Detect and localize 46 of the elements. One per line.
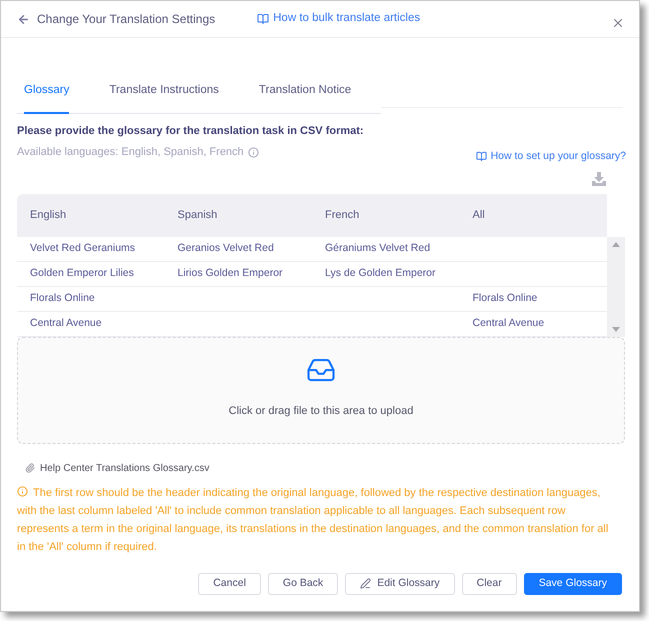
table-cell-text: Geranios Velvet Red [178, 240, 274, 256]
file-name[interactable]: Help Center Translations Glossary.csv [40, 460, 210, 476]
scrollbar[interactable] [607, 236, 625, 336]
table-cell-text: Géraniums Velvet Red [325, 240, 430, 256]
bulk-translate-link[interactable]: How to bulk translate articles [257, 10, 420, 28]
action-button[interactable]: Edit Glossary [345, 572, 455, 594]
scroll-up-icon[interactable] [612, 242, 620, 246]
table-cell-text: Lirios Golden Emperor [178, 266, 283, 281]
close-icon [611, 16, 625, 30]
table-cell-text: Central Avenue [30, 316, 102, 331]
action-button[interactable]: Clear [462, 572, 517, 594]
back-button[interactable] [16, 12, 30, 26]
table-cell-text: Florals Online [30, 290, 95, 306]
action-button[interactable]: Go Back [268, 572, 338, 594]
column-header: All [472, 208, 485, 223]
glossary-setup-link[interactable]: How to set up your glossary? [476, 148, 626, 164]
glossary-heading: Please provide the glossary for the translation task in CSV format: [17, 124, 365, 140]
paperclip-icon [25, 463, 35, 473]
dialog-title: Change Your Translation Settings [37, 11, 216, 28]
close-button[interactable] [611, 16, 625, 30]
table-cell-text: Florals Online [472, 290, 538, 306]
tab[interactable]: Translation Notice [258, 72, 352, 114]
column-header: French [325, 208, 360, 223]
table-cell-text: Central Avenue [472, 316, 544, 331]
available-languages-text: Available languages: English, Spanish, French [17, 144, 244, 160]
tab[interactable]: Glossary [24, 72, 70, 114]
book-icon [476, 151, 487, 162]
download-button[interactable] [592, 172, 606, 186]
action-button[interactable]: Cancel [198, 572, 261, 594]
save-button[interactable]: Save Glossary [524, 572, 622, 594]
tab[interactable]: Translate Instructions [109, 72, 219, 114]
upload-prompt: Click or drag file to this area to upload [228, 404, 414, 418]
info-icon[interactable] [248, 146, 259, 158]
download-icon [592, 172, 606, 186]
table-cell-text: Lys de Golden Emperor [325, 266, 436, 281]
scroll-down-icon[interactable] [612, 326, 620, 332]
notice-text: The first row should be the header indicating the original language, followed by the respective destination languages, with the last column labeled 'All' to include common translation applicable to all languages. Each subsequent row represents a term in the original language, its translations in the destination languages, and the common translation for all in the 'All' column if required. [17, 485, 610, 554]
warning-info-icon [17, 486, 28, 498]
book-icon [257, 13, 270, 25]
column-header: English [30, 208, 66, 223]
table-cell-text: Golden Emperor Lilies [30, 266, 134, 281]
back-arrow-icon [16, 12, 30, 26]
column-header: Spanish [178, 208, 218, 223]
pencil-icon [360, 578, 372, 589]
table-cell-text: Velvet Red Geraniums [30, 240, 136, 256]
upload-dropzone[interactable]: Click or drag file to this area to upload [17, 336, 625, 444]
